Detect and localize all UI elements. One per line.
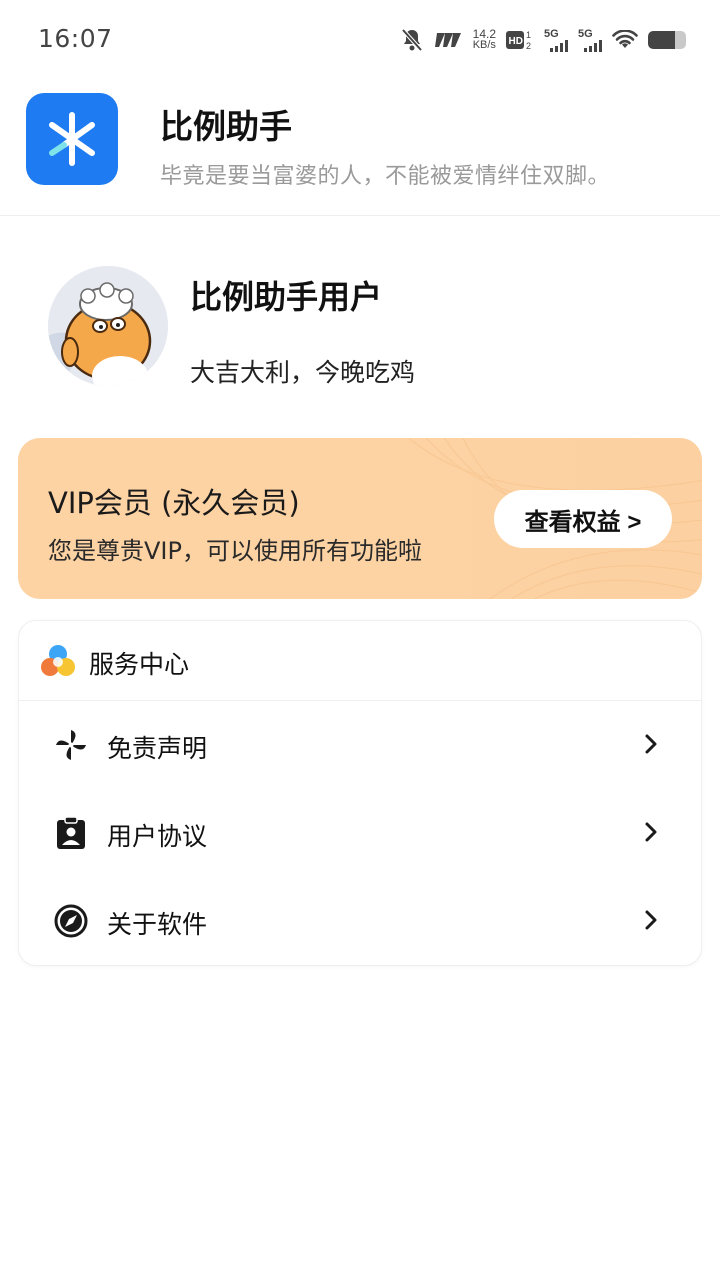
menu-item-disclaimer[interactable]: 免责声明 — [19, 701, 703, 789]
clipboard-user-icon — [57, 816, 85, 849]
vip-description: 您是尊贵VIP，可以使用所有功能啦 — [48, 537, 422, 565]
avatar[interactable] — [48, 266, 168, 386]
battery-icon — [648, 31, 686, 49]
app-header: 比例助手 毕竟是要当富婆的人，不能被爱情绊住双脚。 — [0, 80, 720, 216]
menu-item-label: 关于软件 — [107, 910, 208, 939]
net-speed-unit: KB/s — [472, 39, 496, 51]
svg-text:2: 2 — [526, 41, 531, 51]
sim2-signal: 5G — [578, 27, 602, 52]
mute-bell-icon — [401, 28, 423, 52]
chevron-right-icon — [645, 910, 657, 930]
wifi-icon — [612, 30, 638, 50]
user-profile[interactable]: 比例助手用户 大吉大利，今晚吃鸡 — [0, 240, 720, 410]
user-name: 比例助手用户 — [190, 278, 383, 316]
compass-icon — [54, 904, 88, 938]
status-icons: 14.2 KB/s HD 1 2 5G 5G — [401, 22, 686, 58]
hd-icon: HD 1 2 — [506, 29, 534, 51]
chevron-right-icon — [645, 734, 657, 754]
svg-text:1: 1 — [526, 30, 531, 40]
menu-item-label: 用户协议 — [107, 822, 208, 851]
net-speed: 14.2 KB/s — [472, 28, 496, 51]
nfc-icon — [433, 31, 463, 49]
sim1-signal: 5G — [544, 27, 568, 52]
svg-text:HD: HD — [509, 36, 523, 47]
pinwheel-icon — [56, 730, 86, 760]
signal-icon — [550, 39, 568, 52]
view-benefits-button[interactable]: 查看权益 > — [494, 490, 672, 548]
user-motto: 大吉大利，今晚吃鸡 — [190, 358, 416, 387]
service-center-title: 服务中心 — [89, 650, 190, 679]
app-slogan: 毕竟是要当富婆的人，不能被爱情绊住双脚。 — [160, 164, 611, 189]
chevron-right-icon — [645, 822, 657, 842]
app-title: 比例助手 — [160, 107, 292, 146]
menu-item-about[interactable]: 关于软件 — [19, 877, 703, 965]
status-time: 16:07 — [38, 24, 113, 53]
menu-item-label: 免责声明 — [107, 734, 208, 763]
vip-card[interactable]: VIP会员 (永久会员) 您是尊贵VIP，可以使用所有功能啦 查看权益 > — [18, 438, 702, 599]
app-logo-icon — [26, 93, 118, 185]
sim1-label: 5G — [544, 27, 559, 40]
signal-icon — [584, 39, 602, 52]
service-center-icon — [41, 645, 75, 676]
battery-level — [648, 31, 675, 49]
sim2-label: 5G — [578, 27, 593, 40]
menu-item-user-agreement[interactable]: 用户协议 — [19, 789, 703, 877]
status-bar: 16:07 14.2 KB/s HD 1 2 5G 5G — [0, 0, 720, 80]
service-center-header: 服务中心 — [19, 621, 701, 701]
service-center: 服务中心 免责声明 用户协议 关于软件 — [18, 620, 702, 966]
vip-title: VIP会员 (永久会员) — [48, 486, 300, 520]
